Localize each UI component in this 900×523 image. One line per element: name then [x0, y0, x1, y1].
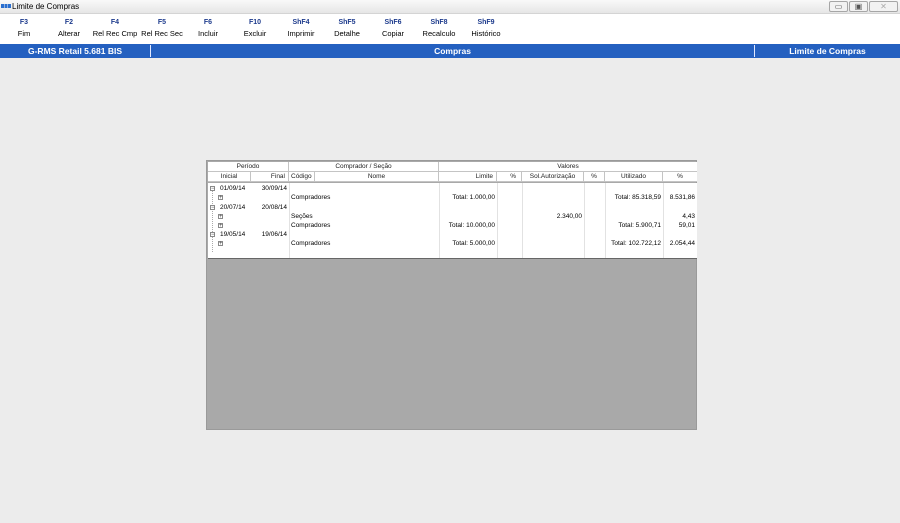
expand-toggle-icon[interactable]: +: [218, 195, 223, 201]
module-name: Compras: [434, 46, 471, 56]
cell-codigo: Compradores: [291, 240, 331, 247]
screen-name: Limite de Compras: [789, 46, 866, 56]
cell-utilizado: Total: 85.318,59: [614, 194, 661, 201]
cell-limite: Total: 1.000,00: [452, 194, 495, 201]
cell-pct-utilizado: 2.054,44: [669, 240, 695, 247]
close-button[interactable]: ✕: [869, 1, 898, 12]
historico-button[interactable]: ShF9 Histórico: [456, 17, 516, 39]
column-header-row: Inicial Final Código Nome Limite % Sol.A…: [208, 172, 697, 182]
col-header-inicial[interactable]: Inicial: [208, 172, 251, 182]
collapse-toggle-icon[interactable]: −: [210, 232, 215, 238]
cell-codigo: Compradores: [291, 194, 331, 201]
grid-body: − 01/09/14 30/09/14 + Compradores Total:…: [208, 183, 697, 258]
cell-pct-utilizado: 4,43: [682, 213, 695, 220]
expand-toggle-icon[interactable]: +: [218, 241, 223, 247]
expand-toggle-icon[interactable]: +: [218, 214, 223, 220]
col-header-sol-autorizacao[interactable]: Sol.Autorização: [522, 172, 584, 182]
group-header-valores: Valores: [439, 162, 697, 172]
limits-grid[interactable]: Período Comprador / Seção Valores Inicia…: [206, 160, 697, 430]
col-header-pct-sol[interactable]: %: [584, 172, 605, 182]
cell-final: 19/06/14: [261, 231, 287, 238]
collapse-toggle-icon[interactable]: −: [210, 186, 215, 192]
group-header-row: Período Comprador / Seção Valores: [208, 162, 697, 172]
cell-final: 30/09/14: [261, 185, 287, 192]
cell-pct-utilizado: 8.531,86: [669, 194, 695, 201]
col-header-pct-limite[interactable]: %: [497, 172, 522, 182]
app-icon: [1, 4, 11, 8]
col-header-final[interactable]: Final: [251, 172, 289, 182]
collapse-toggle-icon[interactable]: −: [210, 205, 215, 211]
restore-button[interactable]: ▣: [849, 1, 868, 12]
function-key-toolbar: F3 Fim F2 Alterar F4 Rel Rec Cmp F5 Rel …: [0, 14, 900, 44]
cell-inicial: 20/07/14: [220, 204, 246, 211]
grid-bottom-border: [208, 258, 697, 259]
col-header-pct-utilizado[interactable]: %: [663, 172, 697, 182]
col-header-utilizado[interactable]: Utilizado: [605, 172, 663, 182]
table-row[interactable]: + Compradores Total: 1.000,00 Total: 85.…: [208, 194, 697, 202]
window-title: Limite de Compras: [12, 2, 80, 11]
cell-inicial: 19/05/14: [220, 231, 246, 238]
cell-limite: Total: 10.000,00: [448, 222, 495, 229]
fkey-label: Histórico: [471, 29, 501, 38]
table-row[interactable]: + Seções 2.340,00 4,43: [208, 213, 697, 221]
group-header-comprador: Comprador / Seção: [289, 162, 439, 172]
col-header-nome[interactable]: Nome: [315, 172, 439, 182]
col-header-limite[interactable]: Limite: [439, 172, 497, 182]
cell-inicial: 01/09/14: [220, 185, 246, 192]
minimize-button[interactable]: ▭: [829, 1, 848, 12]
cell-final: 20/08/14: [261, 204, 287, 211]
table-row[interactable]: − 20/07/14 20/08/14: [208, 204, 697, 212]
table-row[interactable]: + Compradores Total: 10.000,00 Total: 5.…: [208, 222, 697, 230]
cell-pct-utilizado: 59,01: [678, 222, 695, 229]
expand-toggle-icon[interactable]: +: [218, 223, 223, 229]
fkey-code: ShF9: [477, 19, 495, 26]
app-version: G-RMS Retail 5.681 BIS: [27, 46, 122, 56]
table-row[interactable]: − 19/05/14 19/06/14: [208, 231, 697, 239]
title-bar: Limite de Compras ▭ ▣ ✕: [0, 0, 900, 14]
status-bar: G-RMS Retail 5.681 BIS Compras Limite de…: [0, 44, 900, 58]
cell-utilizado: Total: 5.900,71: [618, 222, 661, 229]
table-row[interactable]: + Compradores Total: 5.000,00 Total: 102…: [208, 240, 697, 248]
cell-codigo: Compradores: [291, 222, 331, 229]
cell-codigo: Seções: [291, 213, 313, 220]
cell-sol-autorizacao: 2.340,00: [556, 213, 582, 220]
cell-limite: Total: 5.000,00: [452, 240, 495, 247]
cell-utilizado: Total: 102.722,12: [611, 240, 661, 247]
group-header-periodo: Período: [208, 162, 289, 172]
table-row[interactable]: − 01/09/14 30/09/14: [208, 185, 697, 193]
col-header-codigo[interactable]: Código: [289, 172, 315, 182]
